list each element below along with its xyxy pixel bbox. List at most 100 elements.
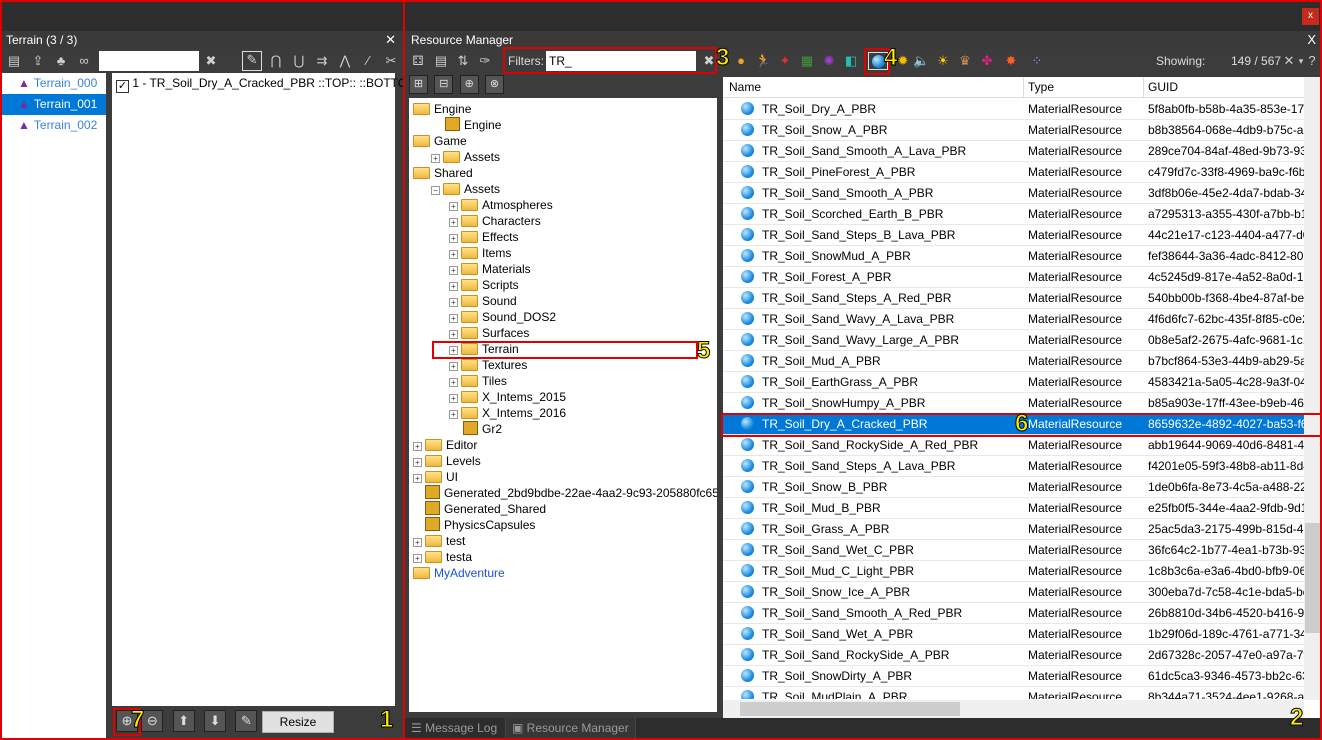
sort-icon[interactable]: ⇅ (455, 53, 471, 69)
tree-node[interactable]: + UI (413, 469, 458, 485)
tree-node[interactable]: + Scripts (449, 277, 519, 293)
table-row[interactable]: TR_Soil_Snow_B_PBR MaterialResource 1de0… (723, 477, 1305, 498)
filter-visual-icon[interactable]: ♛ (957, 53, 973, 69)
tree-node[interactable]: Generated_Shared (413, 501, 546, 517)
table-row[interactable]: TR_Soil_MudPlain_A_PBR MaterialResource … (723, 687, 1305, 699)
terrain-panel-close-button[interactable]: ✕ (385, 31, 396, 49)
tree-node[interactable]: + X_Intems_2016 (449, 405, 566, 421)
table-row[interactable]: TR_Soil_SnowMud_A_PBR MaterialResource f… (723, 246, 1305, 267)
pin-icon[interactable]: ✑ (477, 53, 493, 69)
filter-physics-icon[interactable]: ✺ (821, 53, 837, 69)
new-folder-button[interactable]: ⊞ (409, 75, 428, 94)
table-row[interactable]: TR_Soil_Dry_A_PBR MaterialResource 5f8ab… (723, 99, 1305, 120)
flatten-tool-icon[interactable]: ⇉ (314, 53, 330, 69)
tree-node[interactable]: + Terrain (449, 341, 519, 357)
expand-toggle-icon[interactable]: + (449, 266, 458, 275)
expand-toggle-icon[interactable]: + (413, 442, 422, 451)
table-row[interactable]: TR_Soil_Mud_C_Light_PBR MaterialResource… (723, 561, 1305, 582)
tree-node[interactable]: + Items (449, 245, 511, 261)
tree-node[interactable]: + Effects (449, 229, 518, 245)
filter-animation-icon[interactable]: 🏃 (755, 53, 771, 69)
table-row[interactable]: TR_Soil_Sand_Steps_A_Lava_PBR MaterialRe… (723, 456, 1305, 477)
tree-node[interactable]: + Characters (449, 213, 541, 229)
filter-effect-icon[interactable]: ● (733, 53, 749, 69)
horizontal-scrollbar[interactable] (723, 700, 1304, 718)
tab-message-log[interactable]: ☰ Message Log (411, 721, 497, 735)
terrain-item[interactable]: ▲ Terrain_002 (2, 115, 106, 136)
filter-all-icon[interactable]: ⁘ (1029, 53, 1045, 69)
smooth-tool-icon[interactable]: ⋀ (337, 53, 353, 69)
table-row[interactable]: TR_Soil_Sand_Steps_A_Red_PBR MaterialRes… (723, 288, 1305, 309)
tree-node[interactable]: Engine (445, 117, 501, 133)
vertical-scroll-thumb[interactable] (1305, 523, 1321, 633)
clear-search-icon[interactable]: ✖ (203, 53, 219, 69)
terrain-item-selected[interactable]: ▲ Terrain_001 (2, 94, 106, 115)
move-down-button[interactable]: ⬇ (204, 710, 227, 732)
table-row[interactable]: TR_Soil_Sand_Smooth_A_Lava_PBR MaterialR… (723, 141, 1305, 162)
lower-tool-icon[interactable]: ⋃ (291, 53, 307, 69)
tree-node[interactable]: + Levels (413, 453, 481, 469)
add-terrain-icon[interactable]: ♣ (53, 53, 69, 69)
table-row[interactable]: TR_Soil_Grass_A_PBR MaterialResource 25a… (723, 519, 1305, 540)
tree-node[interactable]: + testa (413, 549, 472, 565)
cut-tool-icon[interactable]: ✂ (383, 53, 399, 69)
filter-script-icon[interactable]: ◧ (843, 53, 859, 69)
column-header-name[interactable]: Name (729, 77, 761, 97)
tree-node[interactable]: + Surfaces (449, 325, 529, 341)
tree-node[interactable]: + Sound (449, 293, 517, 309)
tree-node[interactable]: + test (413, 533, 465, 549)
table-row[interactable]: TR_Soil_Sand_Smooth_A_Red_PBR MaterialRe… (723, 603, 1305, 624)
table-row[interactable]: TR_Soil_Mud_A_PBR MaterialResource b7bcf… (723, 351, 1305, 372)
tree-node[interactable]: Generated_2bd9bdbe-22ae-4aa2-9c93-205880… (413, 485, 717, 501)
filter-sun-icon[interactable]: ☀ (935, 53, 951, 69)
terrain-search-input[interactable] (99, 51, 199, 71)
table-row[interactable]: TR_Soil_SnowDirty_A_PBR MaterialResource… (723, 666, 1305, 687)
column-header-type[interactable]: Type (1023, 77, 1054, 98)
tree-node[interactable]: + Materials (449, 261, 531, 277)
export-icon[interactable]: ⇪ (30, 53, 46, 69)
expand-toggle-icon[interactable]: + (413, 538, 422, 547)
expand-toggle-icon[interactable]: + (449, 234, 458, 243)
tree-node[interactable]: Shared (413, 165, 473, 181)
horizontal-scroll-thumb[interactable] (740, 702, 960, 716)
expand-toggle-icon[interactable]: + (449, 346, 458, 355)
expand-toggle-icon[interactable]: + (449, 362, 458, 371)
tree-icon[interactable]: ⚃ (410, 53, 426, 69)
table-row-selected[interactable]: TR_Soil_Dry_A_Cracked_PBR MaterialResour… (723, 414, 1305, 435)
expand-toggle-icon[interactable]: + (449, 202, 458, 211)
column-header-guid[interactable]: GUID (1143, 77, 1178, 98)
resource-manager-close-button[interactable]: X (1307, 31, 1316, 49)
help-icon[interactable]: ? (1304, 53, 1320, 69)
expand-toggle-icon[interactable]: + (449, 314, 458, 323)
binoculars-icon[interactable]: ∞ (76, 53, 92, 69)
tree-node[interactable]: MyAdventure (413, 565, 505, 581)
tab-resource-manager[interactable]: ▣ Resource Manager (505, 718, 636, 740)
move-up-button[interactable]: ⬆ (172, 710, 195, 732)
expand-toggle-icon[interactable]: + (431, 154, 440, 163)
table-row[interactable]: TR_Soil_PineForest_A_PBR MaterialResourc… (723, 162, 1305, 183)
import-button[interactable]: ⊟ (434, 75, 454, 94)
expand-toggle-icon[interactable]: − (431, 186, 440, 195)
table-row[interactable]: TR_Soil_Mud_B_PBR MaterialResource e25fb… (723, 498, 1305, 519)
table-row[interactable]: TR_Soil_Sand_RockySide_A_PBR MaterialRes… (723, 645, 1305, 666)
properties-icon[interactable]: ▤ (433, 53, 449, 69)
tree-node[interactable]: + Textures (449, 357, 527, 373)
table-row[interactable]: TR_Soil_Sand_Wavy_A_Lava_PBR MaterialRes… (723, 309, 1305, 330)
filter-input[interactable] (546, 51, 696, 71)
tree-node[interactable]: − Assets (431, 181, 500, 197)
expand-toggle-icon[interactable]: + (449, 298, 458, 307)
filter-particle-icon[interactable]: ✸ (1003, 53, 1019, 69)
table-row[interactable]: TR_Soil_Sand_Steps_B_Lava_PBR MaterialRe… (723, 225, 1305, 246)
expand-toggle-icon[interactable]: + (449, 378, 458, 387)
table-row[interactable]: TR_Soil_Sand_Smooth_A_PBR MaterialResour… (723, 183, 1305, 204)
ramp-tool-icon[interactable]: ⁄ (360, 53, 376, 69)
filter-sound-icon[interactable]: 🔈 (913, 53, 929, 69)
filter-texture-icon[interactable]: ▦ (799, 53, 815, 69)
expand-toggle-icon[interactable]: + (449, 218, 458, 227)
table-row[interactable]: TR_Soil_Scorched_Earth_B_PBR MaterialRes… (723, 204, 1305, 225)
tree-node[interactable]: Gr2 (463, 421, 502, 437)
table-row[interactable]: TR_Soil_EarthGrass_A_PBR MaterialResourc… (723, 372, 1305, 393)
tree-node[interactable]: + Editor (413, 437, 477, 453)
filter-skeleton-icon[interactable]: ✤ (979, 53, 995, 69)
layer-checkbox[interactable]: ✓ (116, 80, 129, 93)
